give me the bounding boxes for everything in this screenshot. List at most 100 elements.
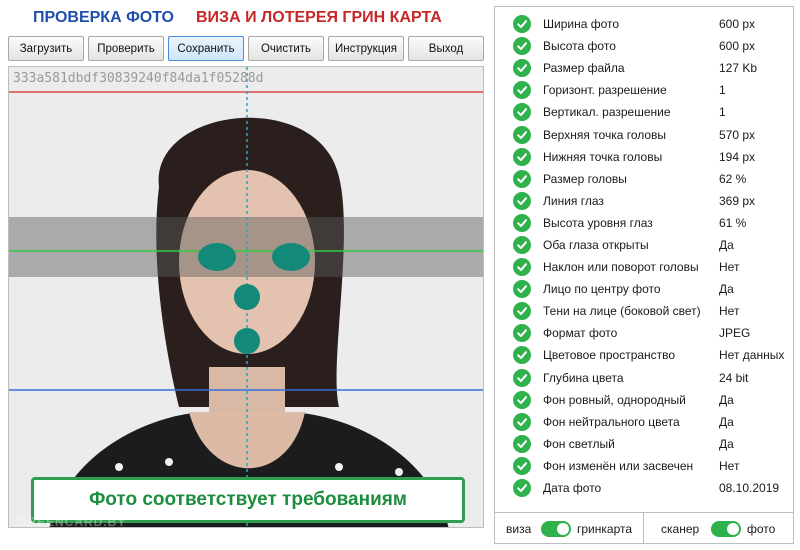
check-value: 127 Kb: [719, 61, 758, 76]
check-label: Линия глаз: [543, 193, 604, 208]
app-title: ПРОВЕРКА ФОТО: [33, 9, 174, 26]
check-value: 08.10.2019: [719, 481, 780, 496]
nose-marker: [234, 284, 260, 310]
check-row: Фон ровный, однородный Да: [495, 389, 793, 411]
check-row: Глубина цвета 24 bit: [495, 367, 793, 389]
check-row: Оба глаза открыты Да: [495, 234, 793, 256]
check-ok-icon: [513, 15, 531, 34]
check-label: Наклон или поворот головы: [543, 260, 699, 275]
check-value: Нет данных: [719, 348, 785, 363]
check-value: 1: [719, 105, 726, 120]
check-ok-icon: [513, 103, 531, 122]
checks-panel: Ширина фото 600 px Высота фото 600 px Размер…: [494, 6, 794, 544]
check-ok-icon: [513, 280, 531, 299]
check-button[interactable]: Проверить: [88, 36, 164, 61]
check-label: Цветовое пространство: [543, 348, 676, 363]
check-ok-icon: [513, 412, 531, 431]
check-row: Лицо по центру фото Да: [495, 278, 793, 300]
check-label: Оба глаза открыты: [543, 237, 649, 252]
exit-button[interactable]: Выход: [408, 36, 484, 61]
check-label: Высота фото: [543, 39, 616, 54]
right-eye-marker: [272, 243, 310, 271]
visa-label: виза: [506, 522, 532, 536]
check-row: Цветовое пространство Нет данных: [495, 344, 793, 366]
check-label: Ширина фото: [543, 17, 620, 32]
check-value: Да: [719, 436, 734, 451]
check-label: Фон светлый: [543, 436, 615, 451]
check-value: Нет: [719, 260, 740, 275]
check-row: Тени на лице (боковой свет) Нет: [495, 300, 793, 322]
manual-button[interactable]: Инструкция: [328, 36, 404, 61]
check-label: Размер файла: [543, 61, 625, 76]
check-value: JPEG: [719, 326, 751, 341]
load-button[interactable]: Загрузить: [8, 36, 84, 61]
check-label: Фон изменён или засвечен: [543, 458, 694, 473]
check-value: Да: [719, 392, 734, 407]
check-label: Размер головы: [543, 171, 627, 186]
left-eye-marker: [198, 243, 236, 271]
check-ok-icon: [513, 258, 531, 277]
check-ok-icon: [513, 169, 531, 188]
check-row: Ширина фото 600 px: [495, 13, 793, 35]
clear-button[interactable]: Очистить: [248, 36, 324, 61]
scanner-photo-switch[interactable]: [711, 521, 741, 537]
check-ok-icon: [513, 59, 531, 78]
watermark-logo: GREENCARD.BY: [17, 515, 127, 528]
check-row: Нижняя точка головы 194 px: [495, 146, 793, 168]
check-value: 61 %: [719, 215, 747, 230]
check-ok-icon: [513, 368, 531, 387]
check-ok-icon: [513, 324, 531, 343]
check-ok-icon: [513, 191, 531, 210]
check-value: 600 px: [719, 39, 756, 54]
check-ok-icon: [513, 147, 531, 166]
check-row: Размер файла 127 Kb: [495, 57, 793, 79]
app-subtitle: ВИЗА И ЛОТЕРЕЯ ГРИН КАРТА: [196, 9, 442, 26]
check-value: 24 bit: [719, 370, 749, 385]
check-value: Нет: [719, 304, 740, 319]
check-row: Высота фото 600 px: [495, 35, 793, 57]
check-row: Наклон или поворот головы Нет: [495, 256, 793, 278]
check-label: Нижняя точка головы: [543, 149, 663, 164]
check-ok-icon: [513, 479, 531, 498]
check-row: Вертикал. разрешение 1: [495, 101, 793, 123]
check-value: 369 px: [719, 193, 756, 208]
greencard-label: гринкарта: [577, 522, 633, 536]
check-value: 600 px: [719, 17, 756, 32]
check-ok-icon: [513, 235, 531, 254]
check-label: Формат фото: [543, 326, 618, 341]
check-ok-icon: [513, 37, 531, 56]
save-button[interactable]: Сохранить: [168, 36, 244, 61]
check-row: Фон светлый Да: [495, 433, 793, 455]
check-ok-icon: [513, 213, 531, 232]
photo-preview: 333a581dbdf30839240f84da1f05288d Фото со…: [8, 66, 484, 528]
mouth-marker: [234, 328, 260, 354]
check-row: Высота уровня глаз 61 %: [495, 212, 793, 234]
check-label: Фон нейтрального цвета: [543, 414, 680, 429]
checks-list: Ширина фото 600 px Высота фото 600 px Размер…: [495, 13, 793, 499]
check-value: Нет: [719, 458, 740, 473]
check-row: Формат фото JPEG: [495, 322, 793, 344]
check-ok-icon: [513, 390, 531, 409]
check-label: Тени на лице (боковой свет): [543, 304, 701, 319]
check-value: Да: [719, 282, 734, 297]
check-row: Фон нейтрального цвета Да: [495, 411, 793, 433]
check-label: Дата фото: [543, 481, 602, 496]
check-label: Вертикал. разрешение: [543, 105, 671, 120]
check-label: Глубина цвета: [543, 370, 624, 385]
check-ok-icon: [513, 346, 531, 365]
check-label: Верхняя точка головы: [543, 127, 667, 142]
check-label: Фон ровный, однородный: [543, 392, 686, 407]
scanner-label: сканер: [661, 522, 700, 536]
check-row: Размер головы 62 %: [495, 168, 793, 190]
visa-greencard-switch[interactable]: [541, 521, 571, 537]
check-value: Да: [719, 414, 734, 429]
check-value: 194 px: [719, 149, 756, 164]
check-label: Высота уровня глаз: [543, 215, 653, 230]
check-label: Лицо по центру фото: [543, 282, 661, 297]
mode-toggles: виза гринкарта сканер фото: [495, 512, 793, 544]
check-row: Верхняя точка головы 570 px: [495, 123, 793, 145]
file-hash: 333a581dbdf30839240f84da1f05288d: [13, 71, 264, 86]
check-value: 570 px: [719, 127, 756, 142]
check-ok-icon: [513, 125, 531, 144]
check-label: Горизонт. разрешение: [543, 83, 667, 98]
